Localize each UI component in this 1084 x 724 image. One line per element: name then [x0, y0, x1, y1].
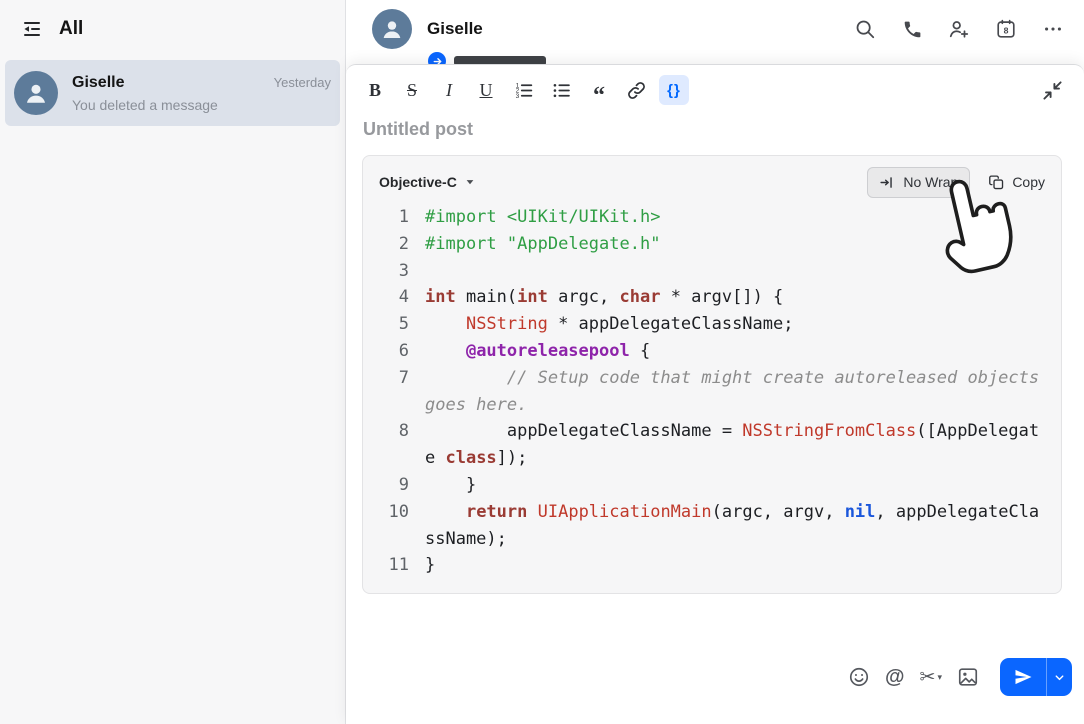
italic-button[interactable]: I — [434, 75, 464, 105]
chat-header: Giselle — [346, 0, 1084, 58]
code-block-button[interactable]: {} — [659, 75, 689, 105]
bullet-list-button[interactable] — [546, 75, 577, 105]
code-text — [425, 258, 1041, 285]
code-line: 10 return UIApplicationMain(argc, argv, … — [379, 499, 1045, 553]
code-block[interactable]: Objective-C No Wrap — [362, 155, 1062, 594]
calendar-icon[interactable]: 8 — [991, 14, 1021, 44]
send-options-caret[interactable] — [1046, 658, 1072, 696]
code-line: 5 NSString * appDelegateClassName; — [379, 311, 1045, 338]
sidebar-title: All — [59, 18, 83, 40]
code-block-header: Objective-C No Wrap — [379, 165, 1045, 199]
post-editor-panel: B S I U 1 2 3 “ — [346, 64, 1084, 724]
code-text: } — [425, 552, 1041, 579]
code-text: } — [425, 472, 1041, 499]
line-number: 10 — [379, 499, 409, 553]
more-icon[interactable] — [1038, 14, 1068, 44]
line-number: 3 — [379, 258, 409, 285]
code-line: 2 #import "AppDelegate.h" — [379, 231, 1045, 258]
chat-filter-icon[interactable] — [17, 14, 47, 44]
line-number: 11 — [379, 552, 409, 579]
send-button[interactable] — [1000, 658, 1072, 696]
code-text: // Setup code that might create autorele… — [425, 365, 1041, 419]
line-number: 9 — [379, 472, 409, 499]
line-number: 5 — [379, 311, 409, 338]
svg-text:8: 8 — [1004, 26, 1009, 36]
mention-icon[interactable]: @ — [885, 666, 905, 689]
code-text: int main(int argc, char * argv[]) { — [425, 284, 1041, 311]
emoji-icon[interactable] — [848, 666, 870, 688]
send-icon[interactable] — [1000, 658, 1046, 696]
code-text: @autoreleasepool { — [425, 338, 1041, 365]
chevron-down-icon — [464, 176, 476, 188]
conversation-preview: You deleted a message — [72, 97, 331, 113]
line-number: 1 — [379, 204, 409, 231]
code-lines: 1 #import <UIKit/UIKit.h> 2 #import "AppDel… — [379, 204, 1045, 579]
add-member-icon[interactable] — [944, 14, 974, 44]
code-line: 9 } — [379, 472, 1045, 499]
code-text: return UIApplicationMain(argc, argv, nil… — [425, 499, 1041, 553]
sidebar-header: All — [0, 0, 345, 58]
code-text: NSString * appDelegateClassName; — [425, 311, 1041, 338]
underline-button[interactable]: U — [471, 75, 501, 105]
composer-actions: @ ✂▾ — [848, 658, 1072, 696]
conversation-item[interactable]: Giselle Yesterday You deleted a message — [5, 60, 340, 126]
svg-text:3: 3 — [516, 92, 520, 99]
quick-message-icon[interactable]: ✂▾ — [920, 668, 942, 687]
avatar — [14, 71, 58, 115]
conversation-time: Yesterday — [274, 75, 331, 90]
chat-title: Giselle — [427, 19, 483, 39]
quote-button[interactable]: “ — [584, 75, 614, 105]
copy-button[interactable]: Copy — [988, 174, 1045, 191]
code-text: #import "AppDelegate.h" — [425, 231, 1041, 258]
no-wrap-label: No Wrap — [903, 174, 958, 190]
bold-button[interactable]: B — [360, 75, 390, 105]
code-line: 7 // Setup code that might create autore… — [379, 365, 1045, 419]
language-label: Objective-C — [379, 174, 457, 190]
conversation-text: Giselle Yesterday You deleted a message — [72, 74, 331, 113]
format-toolbar: B S I U 1 2 3 “ — [346, 65, 1084, 107]
collapse-editor-icon[interactable] — [1037, 75, 1068, 105]
language-select[interactable]: Objective-C — [379, 174, 476, 190]
line-number: 6 — [379, 338, 409, 365]
no-wrap-button[interactable]: No Wrap — [867, 167, 970, 198]
copy-label: Copy — [1012, 174, 1045, 190]
phone-icon[interactable] — [897, 14, 927, 44]
copy-icon — [988, 174, 1005, 191]
image-icon[interactable] — [957, 666, 979, 688]
line-number: 7 — [379, 365, 409, 419]
code-line: 1 #import <UIKit/UIKit.h> — [379, 204, 1045, 231]
line-number: 2 — [379, 231, 409, 258]
code-line: 6 @autoreleasepool { — [379, 338, 1045, 365]
code-line: 4 int main(int argc, char * argv[]) { — [379, 284, 1045, 311]
ordered-list-button[interactable]: 1 2 3 — [508, 75, 539, 105]
person-icon — [23, 80, 49, 106]
code-line: 11} — [379, 552, 1045, 579]
chat-header-actions: 8 — [850, 14, 1068, 44]
person-icon — [380, 17, 404, 41]
link-button[interactable] — [621, 75, 652, 105]
code-line: 8 appDelegateClassName = NSStringFromCla… — [379, 418, 1045, 472]
line-number: 4 — [379, 284, 409, 311]
line-number: 8 — [379, 418, 409, 472]
strikethrough-button[interactable]: S — [397, 75, 427, 105]
code-text: #import <UIKit/UIKit.h> — [425, 204, 1041, 231]
no-wrap-icon — [879, 174, 896, 191]
code-actions: No Wrap Copy — [867, 167, 1045, 198]
code-line: 3 — [379, 258, 1045, 285]
chat-avatar[interactable] — [372, 9, 412, 49]
conversation-name: Giselle — [72, 74, 124, 92]
chat-pane: Giselle — [346, 0, 1084, 724]
sidebar: All Giselle Yesterday You deleted a mess… — [0, 0, 346, 724]
post-title-input[interactable]: Untitled post — [346, 107, 1084, 153]
search-icon[interactable] — [850, 14, 880, 44]
code-text: appDelegateClassName = NSStringFromClass… — [425, 418, 1041, 472]
